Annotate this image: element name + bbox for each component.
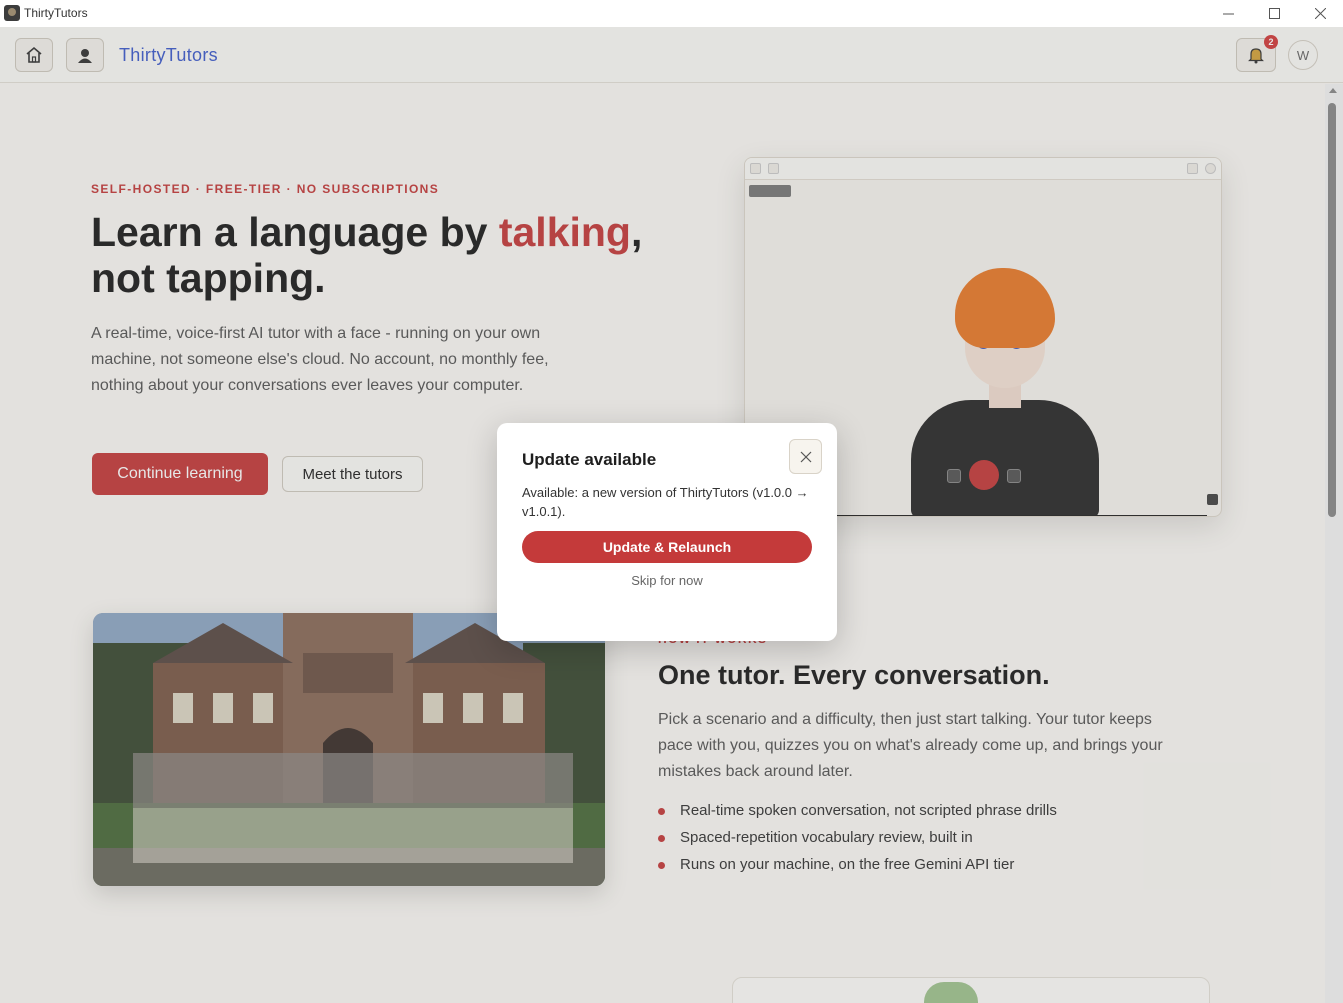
window-titlebar: ThirtyTutors <box>0 0 1343 26</box>
app-icon <box>4 5 20 21</box>
dialog-title: Update available <box>522 450 657 469</box>
minimize-icon <box>1222 13 1234 14</box>
minimize-button[interactable] <box>1205 0 1251 26</box>
dialog-message: Available: a new version of ThirtyTutors… <box>522 485 809 519</box>
maximize-icon <box>1268 7 1280 19</box>
window-title: ThirtyTutors <box>24 6 88 20</box>
maximize-button[interactable] <box>1251 0 1297 26</box>
close-icon <box>1314 7 1326 19</box>
skip-for-now-link[interactable]: Skip for now <box>522 573 812 588</box>
update-dialog: Update available Available: a new versio… <box>497 423 837 641</box>
dialog-close-button[interactable] <box>789 439 822 474</box>
window-controls <box>1205 0 1343 26</box>
close-button[interactable] <box>1297 0 1343 26</box>
close-icon <box>800 451 811 462</box>
update-relaunch-button[interactable]: Update & Relaunch <box>522 531 812 563</box>
